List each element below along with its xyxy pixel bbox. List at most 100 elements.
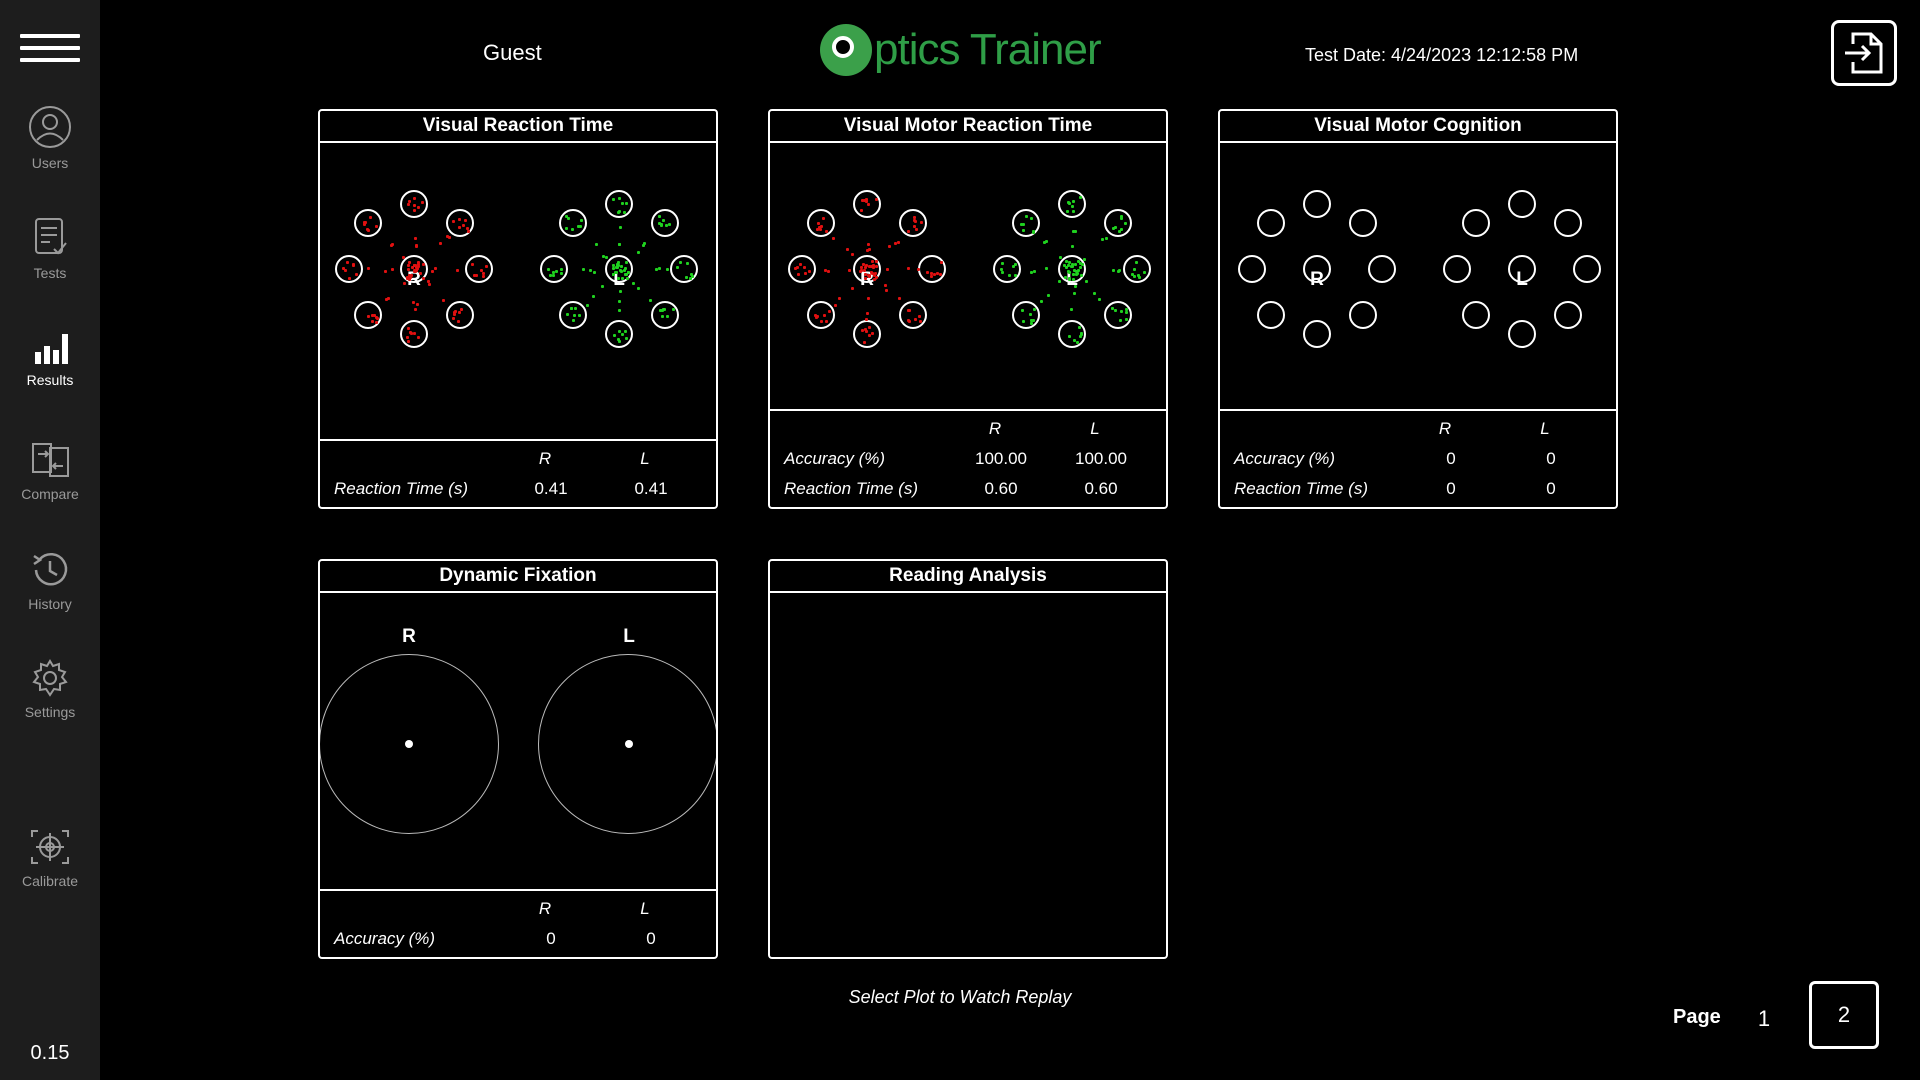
gaze-point (1075, 340, 1079, 344)
gaze-point (1085, 280, 1089, 284)
gaze-point (415, 302, 419, 306)
page-label: Page (1673, 1006, 1721, 1028)
gaze-point (918, 319, 922, 323)
gaze-point (874, 197, 878, 201)
gaze-point (649, 299, 653, 303)
eye-label-l: L (623, 626, 635, 647)
value-l: 0.41 (634, 479, 668, 498)
gaze-point (593, 270, 596, 274)
gaze-point (620, 277, 624, 281)
gaze-point (907, 309, 911, 313)
gaze-point (1101, 238, 1105, 242)
gaze-point (1070, 244, 1074, 248)
gaze-point (413, 203, 416, 207)
col-header-l: L (1540, 419, 1550, 438)
panel-title: Visual Motor Cognition (1220, 111, 1616, 143)
vmc-stats: R L Accuracy (%) 0 0 Reaction Time (s) 0… (1220, 409, 1616, 507)
sidebar-item-users[interactable]: Users (0, 105, 100, 195)
target-circle (1012, 209, 1040, 237)
gaze-point (580, 218, 584, 222)
gaze-point (1073, 291, 1077, 295)
target-circle (1508, 255, 1536, 283)
target-circle (354, 209, 382, 237)
gaze-point (415, 267, 419, 271)
gaze-point (796, 273, 800, 277)
gaze-point (407, 267, 411, 271)
gaze-point (415, 245, 419, 249)
user-icon (29, 106, 71, 148)
panel-dynamic-fixation: Dynamic Fixation R L R L Accuracy (%) 0 … (318, 559, 718, 959)
sidebar-item-label: Settings (24, 704, 76, 720)
sidebar-item-label: History (28, 596, 72, 612)
gaze-point (860, 265, 864, 269)
reading-plot[interactable] (770, 593, 1166, 957)
sidebar-item-tests[interactable]: Tests (0, 215, 100, 305)
vrt-stats: R L Reaction Time (s) 0.41 0.41 (320, 439, 716, 507)
gaze-point (851, 253, 855, 257)
gaze-point (463, 219, 467, 223)
sidebar-item-results[interactable]: Results (0, 330, 100, 420)
gaze-point (441, 299, 445, 303)
gaze-point (906, 267, 910, 271)
app-logo: ptics Trainer (820, 20, 1102, 80)
gaze-point (661, 314, 665, 318)
gaze-point (548, 273, 552, 277)
gaze-point (1111, 226, 1115, 230)
gaze-point (617, 300, 621, 303)
gaze-point (866, 297, 870, 301)
gaze-point (1044, 267, 1048, 271)
gaze-point (413, 308, 417, 312)
sidebar-item-history[interactable]: History (0, 550, 100, 640)
menu-icon[interactable] (20, 34, 80, 66)
target-circle (807, 209, 835, 237)
value-l: 0 (646, 929, 656, 948)
df-plot[interactable]: R L (320, 593, 716, 893)
gaze-point (616, 277, 620, 281)
gaze-point (925, 271, 929, 275)
gaze-point (636, 287, 640, 291)
gaze-point (819, 224, 823, 228)
clipboard-check-icon (35, 218, 67, 255)
target-circle (1368, 255, 1396, 283)
gaze-point (366, 314, 370, 318)
vmrt-plot[interactable]: R L (770, 143, 1166, 377)
gaze-point (1133, 274, 1137, 278)
export-button[interactable] (1831, 20, 1897, 86)
gaze-point (887, 244, 891, 248)
gaze-point (409, 275, 413, 279)
value-r: 0.41 (534, 479, 568, 498)
gaze-point (416, 206, 420, 210)
gaze-point (384, 298, 388, 302)
vrt-plot[interactable]: R L (320, 143, 716, 407)
page-button-1[interactable]: 1 (1746, 1003, 1782, 1035)
sidebar-item-compare[interactable]: Compare (0, 440, 100, 530)
gaze-point (1080, 273, 1084, 277)
panel-title: Reading Analysis (770, 561, 1166, 593)
sidebar-item-label: Results (26, 372, 74, 388)
gaze-point (1059, 256, 1063, 260)
compare-icon (32, 443, 69, 477)
gaze-point (667, 222, 671, 226)
gaze-point (383, 269, 387, 273)
gaze-point (676, 265, 680, 269)
sidebar-item-calibrate[interactable]: Calibrate (0, 827, 100, 917)
gaze-point (620, 202, 624, 206)
gaze-point (1067, 269, 1071, 273)
gaze-point (462, 223, 466, 227)
page-button-2[interactable]: 2 (1809, 981, 1879, 1049)
history-icon (33, 552, 68, 586)
gaze-point (1064, 275, 1068, 279)
value-r: 0 (1446, 449, 1456, 468)
version-label: 0.15 (30, 1042, 70, 1064)
target-circle (1462, 301, 1490, 329)
gaze-point (823, 313, 827, 317)
gaze-point (433, 267, 437, 271)
gaze-point (863, 265, 867, 269)
sidebar-item-settings[interactable]: Settings (0, 658, 100, 748)
gaze-point (412, 269, 416, 273)
gear-icon (32, 659, 68, 697)
vmc-plot[interactable]: R L (1220, 143, 1616, 377)
gaze-point (893, 241, 897, 245)
gaze-point (402, 282, 406, 286)
gaze-point (916, 268, 920, 272)
